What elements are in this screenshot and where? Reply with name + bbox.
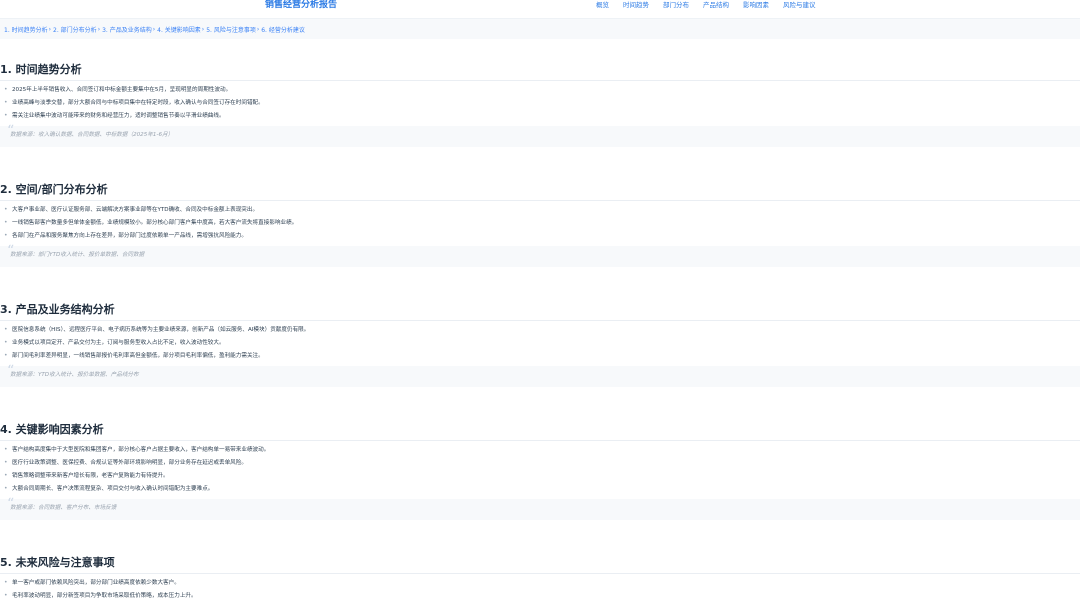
section-divider: [0, 440, 1080, 441]
section-factors: 4. 关键影响因素分析 客户结构高度集中于大型医院和集团客户，部分核心客户占据主…: [0, 423, 1080, 520]
nav-overview-link[interactable]: 概览: [596, 1, 609, 9]
section-risk: 5. 未来风险与注意事项 单一客户或部门依赖风险突出，部分部门业绩高度依赖少数大…: [0, 556, 1080, 606]
toc-separator: ›: [152, 25, 156, 33]
data-source-note: “ 数据来源：合同数据、客户分布、市场反馈: [0, 497, 1080, 520]
bullet-list: 客户结构高度集中于大型医院和集团客户，部分核心客户占据主要收入，客户结构单一易带…: [0, 447, 1080, 493]
page-title: 销售经营分析报告: [265, 0, 338, 10]
section-title: 2. 空间/部门分布分析: [0, 183, 108, 196]
list-item: 客户结构高度集中于大型医院和集团客户，部分核心客户占据主要收入，客户结构单一易带…: [0, 447, 1080, 454]
list-item: 部门间毛利率差异明显，一线销售部报价毛利率高但金额低，部分项目毛利率偏低，盈利能…: [0, 353, 1080, 360]
list-item: 单一客户或部门依赖风险突出，部分部门业绩高度依赖少数大客户。: [0, 580, 1080, 587]
nav-risk-link[interactable]: 风险与建议: [783, 1, 816, 9]
bullet-list: 大客户事业部、医疗认证服务部、云端解决方案事业部等在YTD确收、合同及中标金额上…: [0, 207, 1080, 240]
nav-product-link[interactable]: 产品结构: [703, 1, 729, 9]
section-divider: [0, 320, 1080, 321]
section-product: 3. 产品及业务结构分析 医院信息系统（HIS）、远程医疗平台、电子病历系统等为…: [0, 303, 1080, 387]
section-title: 1. 时间趋势分析: [0, 63, 82, 76]
list-item: 2025年上半年销售收入、合同签订和中标金额主要集中在5月，呈现明显的周期性波动…: [0, 87, 1080, 94]
data-source-note: “ 数据来源：YTD收入统计、报价单数据、产品线分布: [0, 364, 1080, 387]
section-department: 2. 空间/部门分布分析 大客户事业部、医疗认证服务部、云端解决方案事业部等在Y…: [0, 183, 1080, 267]
list-item: 毛利率波动明显，部分新签项目为争取市场采取低价策略，成本压力上升。: [0, 593, 1080, 600]
list-item: 业务模式以项目定开、产品交付为主，订阅与服务型收入占比不足，收入波动性较大。: [0, 340, 1080, 347]
toc-item[interactable]: 2. 部门分布分析: [53, 25, 97, 34]
section-title: 3. 产品及业务结构分析: [0, 303, 115, 316]
section-divider: [0, 573, 1080, 574]
list-item: 销售策略调整带来新客户增长有限，老客户复购能力有待提升。: [0, 473, 1080, 480]
list-item: 医院信息系统（HIS）、远程医疗平台、电子病历系统等为主要业绩来源，创新产品（如…: [0, 327, 1080, 334]
list-item: 医疗行业政策调整、医保控费、合规认证等外部环境影响明显，部分业务存在延迟或丢单风…: [0, 460, 1080, 467]
nav-time-trend-link[interactable]: 时间趋势: [623, 1, 649, 9]
report-header: 销售经营分析报告 概览 时间趋势 部门分布 产品结构 影响因素 风险与建议: [0, 0, 1080, 19]
section-divider: [0, 80, 1080, 81]
section-divider: [0, 200, 1080, 201]
source-text: 数据来源：YTD收入统计、报价单数据、产品线分布: [10, 371, 139, 378]
list-item: 业绩高峰与淡季交替，部分大额合同与中标项目集中在特定时段，收入确认与合同签订存在…: [0, 100, 1080, 107]
toc-item[interactable]: 6. 经营分析建议: [261, 25, 305, 34]
list-item: 需关注业绩集中波动可能带来的财务和经营压力，适时调整销售节奏以平滑业绩曲线。: [0, 113, 1080, 120]
section-title: 5. 未来风险与注意事项: [0, 556, 115, 569]
toc-separator: ›: [48, 25, 52, 33]
source-text: 数据来源：部门YTD收入统计、报价单数据、合同数据: [10, 251, 145, 258]
source-text: 数据来源：合同数据、客户分布、市场反馈: [10, 504, 117, 511]
top-nav: 概览 时间趋势 部门分布 产品结构 影响因素 风险与建议: [596, 1, 816, 9]
bullet-list: 2025年上半年销售收入、合同签订和中标金额主要集中在5月，呈现明显的周期性波动…: [0, 87, 1080, 120]
list-item: 大客户事业部、医疗认证服务部、云端解决方案事业部等在YTD确收、合同及中标金额上…: [0, 207, 1080, 214]
table-of-contents: 1. 时间趋势分析 › 2. 部门分布分析 › 3. 产品及业务结构 › 4. 关键影…: [0, 19, 1080, 39]
toc-separator: ›: [97, 25, 101, 33]
section-title: 4. 关键影响因素分析: [0, 423, 104, 436]
list-item: 一线销售部客户数量多但单体金额低，业绩规模较小。部分核心部门客户集中度高，若大客…: [0, 220, 1080, 227]
list-item: 各部门在产品和服务聚焦方向上存在差异，部分部门过度依赖单一产品线，需增强抗风险能…: [0, 233, 1080, 240]
data-source-note: “ 数据来源：部门YTD收入统计、报价单数据、合同数据: [0, 244, 1080, 267]
list-item: 大额合同周期长、客户决策流程复杂、项目交付与收入确认时间错配为主要难点。: [0, 486, 1080, 493]
nav-factors-link[interactable]: 影响因素: [743, 1, 769, 9]
toc-item[interactable]: 1. 时间趋势分析: [4, 25, 48, 34]
toc-separator: ›: [201, 25, 205, 33]
data-source-note: “ 数据来源：收入确认数据、合同数据、中标数据（2025年1-6月）: [0, 124, 1080, 147]
toc-item[interactable]: 3. 产品及业务结构: [102, 25, 152, 34]
toc-item[interactable]: 4. 关键影响因素: [157, 25, 201, 34]
nav-department-link[interactable]: 部门分布: [663, 1, 689, 9]
section-time-trend: 1. 时间趋势分析 2025年上半年销售收入、合同签订和中标金额主要集中在5月，…: [0, 63, 1080, 147]
toc-separator: ›: [256, 25, 260, 33]
toc-item[interactable]: 5. 风险与注意事项: [206, 25, 256, 34]
bullet-list: 医院信息系统（HIS）、远程医疗平台、电子病历系统等为主要业绩来源，创新产品（如…: [0, 327, 1080, 360]
source-text: 数据来源：收入确认数据、合同数据、中标数据（2025年1-6月）: [10, 131, 174, 138]
bullet-list: 单一客户或部门依赖风险突出，部分部门业绩高度依赖少数大客户。 毛利率波动明显，部…: [0, 580, 1080, 600]
